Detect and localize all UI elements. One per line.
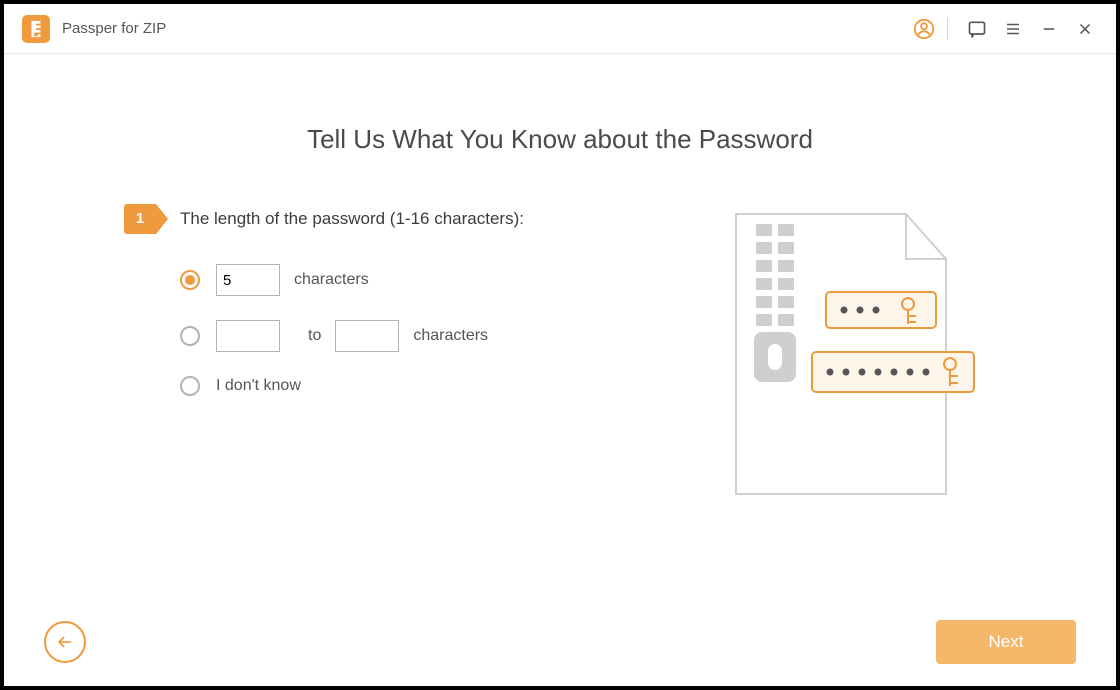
option-unknown[interactable]: I don't know xyxy=(180,376,716,396)
input-range-to[interactable] xyxy=(335,320,399,352)
radio-unknown[interactable] xyxy=(180,376,200,396)
minimize-icon[interactable] xyxy=(1034,14,1064,44)
titlebar-separator xyxy=(947,18,948,40)
unknown-label: I don't know xyxy=(216,377,301,395)
illustration-column xyxy=(716,204,1056,504)
form-column: 1 The length of the password (1-16 chara… xyxy=(124,204,716,504)
page-heading: Tell Us What You Know about the Password xyxy=(4,124,1116,155)
step-row: 1 The length of the password (1-16 chara… xyxy=(124,204,716,234)
next-button[interactable]: Next xyxy=(936,620,1076,664)
radio-range[interactable] xyxy=(180,326,200,346)
app-title: Passper for ZIP xyxy=(62,20,166,37)
feedback-icon[interactable] xyxy=(962,14,992,44)
range-suffix: characters xyxy=(413,327,488,345)
input-exact-length[interactable] xyxy=(216,264,280,296)
option-exact-length[interactable]: characters xyxy=(180,264,716,296)
range-to-word: to xyxy=(308,327,321,345)
close-icon[interactable] xyxy=(1070,14,1100,44)
menu-icon[interactable] xyxy=(998,14,1028,44)
back-button[interactable] xyxy=(44,621,86,663)
app-logo-icon xyxy=(22,15,50,43)
input-range-from[interactable] xyxy=(216,320,280,352)
step-badge: 1 xyxy=(124,204,156,234)
exact-suffix: characters xyxy=(294,271,369,289)
account-icon[interactable] xyxy=(909,14,939,44)
titlebar: Passper for ZIP xyxy=(4,4,1116,54)
step-label: The length of the password (1-16 charact… xyxy=(180,209,524,229)
option-range-length[interactable]: to characters xyxy=(180,320,716,352)
footer: Next xyxy=(4,620,1116,664)
main-content: 1 The length of the password (1-16 chara… xyxy=(124,204,1056,504)
zip-file-illustration xyxy=(716,204,976,504)
options-group: characters to characters I don't know xyxy=(180,264,716,396)
radio-exact[interactable] xyxy=(180,270,200,290)
